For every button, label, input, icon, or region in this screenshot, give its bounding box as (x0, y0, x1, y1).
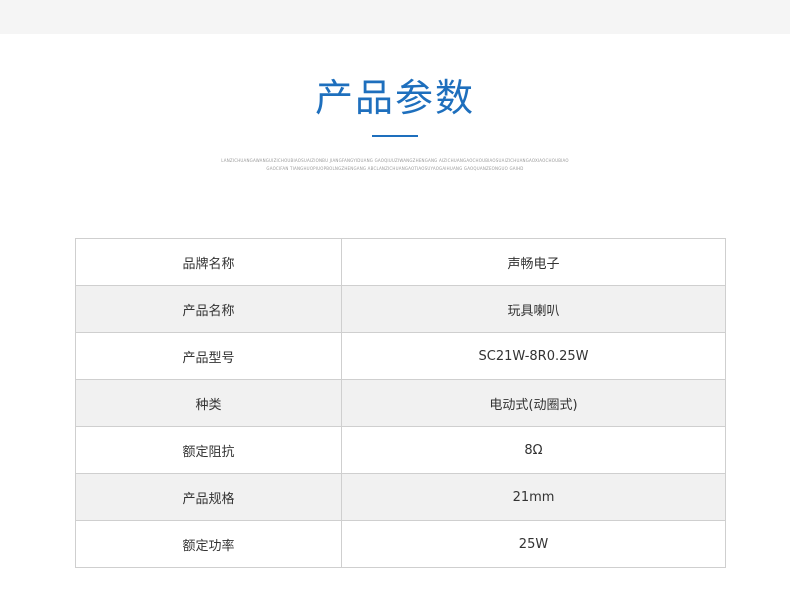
title-underline (372, 135, 418, 137)
param-label: 品牌名称 (75, 238, 342, 286)
param-value: 电动式(动圈式) (341, 379, 726, 427)
table-row: 品牌名称 声畅电子 (75, 238, 726, 286)
section-title: 产品参数 (314, 76, 475, 120)
param-label: 产品名称 (75, 285, 342, 333)
param-value: 21mm (341, 473, 726, 521)
table-row: 产品型号 SC21W-8R0.25W (75, 332, 726, 380)
subtitle-line-1: LANZICHUANGAWANGUIZICHOUBIAOSUAIZIONBU J… (221, 158, 569, 163)
param-label: 产品型号 (75, 332, 342, 380)
param-value: 玩具喇叭 (341, 285, 726, 333)
param-label: 种类 (75, 379, 342, 427)
param-value: 25W (341, 520, 726, 568)
table-row: 种类 电动式(动圈式) (75, 379, 726, 427)
param-label: 额定功率 (75, 520, 342, 568)
table-row: 产品规格 21mm (75, 473, 726, 521)
param-label: 额定阻抗 (75, 426, 342, 474)
subtitle-line-2: GAOCIFAN TIANGHUOPIUOPBOLNGZHENGANG ABCL… (266, 166, 524, 171)
param-label: 产品规格 (75, 473, 342, 521)
table-row: 额定阻抗 8Ω (75, 426, 726, 474)
param-value: SC21W-8R0.25W (341, 332, 726, 380)
param-value: 声畅电子 (341, 238, 726, 286)
top-band (0, 0, 790, 34)
table-row: 产品名称 玩具喇叭 (75, 285, 726, 333)
parameter-table: 品牌名称 声畅电子 产品名称 玩具喇叭 产品型号 SC21W-8R0.25W 种… (75, 238, 726, 568)
table-row: 额定功率 25W (75, 520, 726, 568)
param-value: 8Ω (341, 426, 726, 474)
